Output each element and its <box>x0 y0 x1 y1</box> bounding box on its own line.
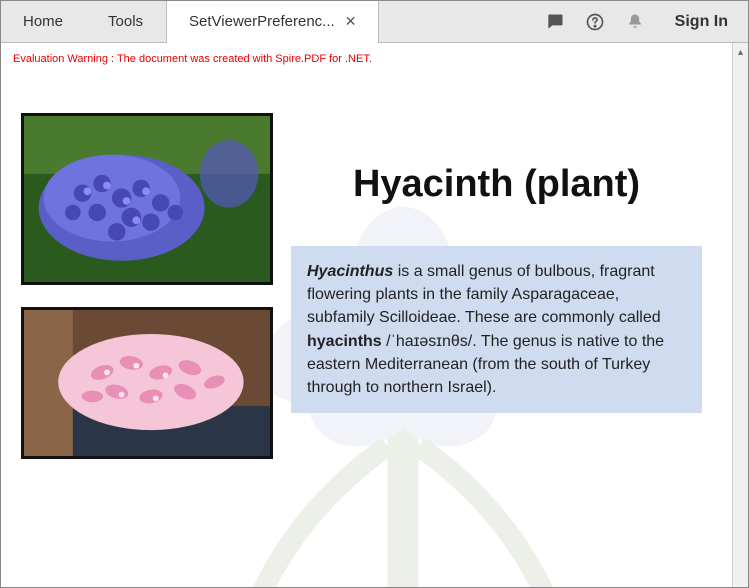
scroll-up-icon[interactable]: ▴ <box>738 43 743 61</box>
tab-document-label: SetViewerPreferenc... <box>189 13 335 30</box>
signin-button[interactable]: Sign In <box>655 1 748 42</box>
page-title: Hyacinth (plant) <box>291 163 702 206</box>
scrollbar[interactable]: ▴ <box>732 43 748 587</box>
tab-home[interactable]: Home <box>1 1 86 42</box>
app-toolbar: Home Tools SetViewerPreferenc... ✕ Sign … <box>1 1 748 43</box>
bell-icon[interactable] <box>615 1 655 42</box>
term-hyacinthus: Hyacinthus <box>307 263 393 280</box>
description-box: Hyacinthus is a small genus of bulbous, … <box>291 246 702 413</box>
comment-icon[interactable] <box>535 1 575 42</box>
document-viewport: Evaluation Warning : The document was cr… <box>1 43 732 587</box>
help-icon[interactable] <box>575 1 615 42</box>
tab-tools[interactable]: Tools <box>86 1 166 42</box>
term-hyacinths: hyacinths <box>307 333 382 350</box>
tab-document[interactable]: SetViewerPreferenc... ✕ <box>166 1 379 42</box>
image-purple-hyacinth <box>21 113 273 285</box>
close-icon[interactable]: ✕ <box>345 13 357 30</box>
image-pink-hyacinth <box>21 307 273 459</box>
